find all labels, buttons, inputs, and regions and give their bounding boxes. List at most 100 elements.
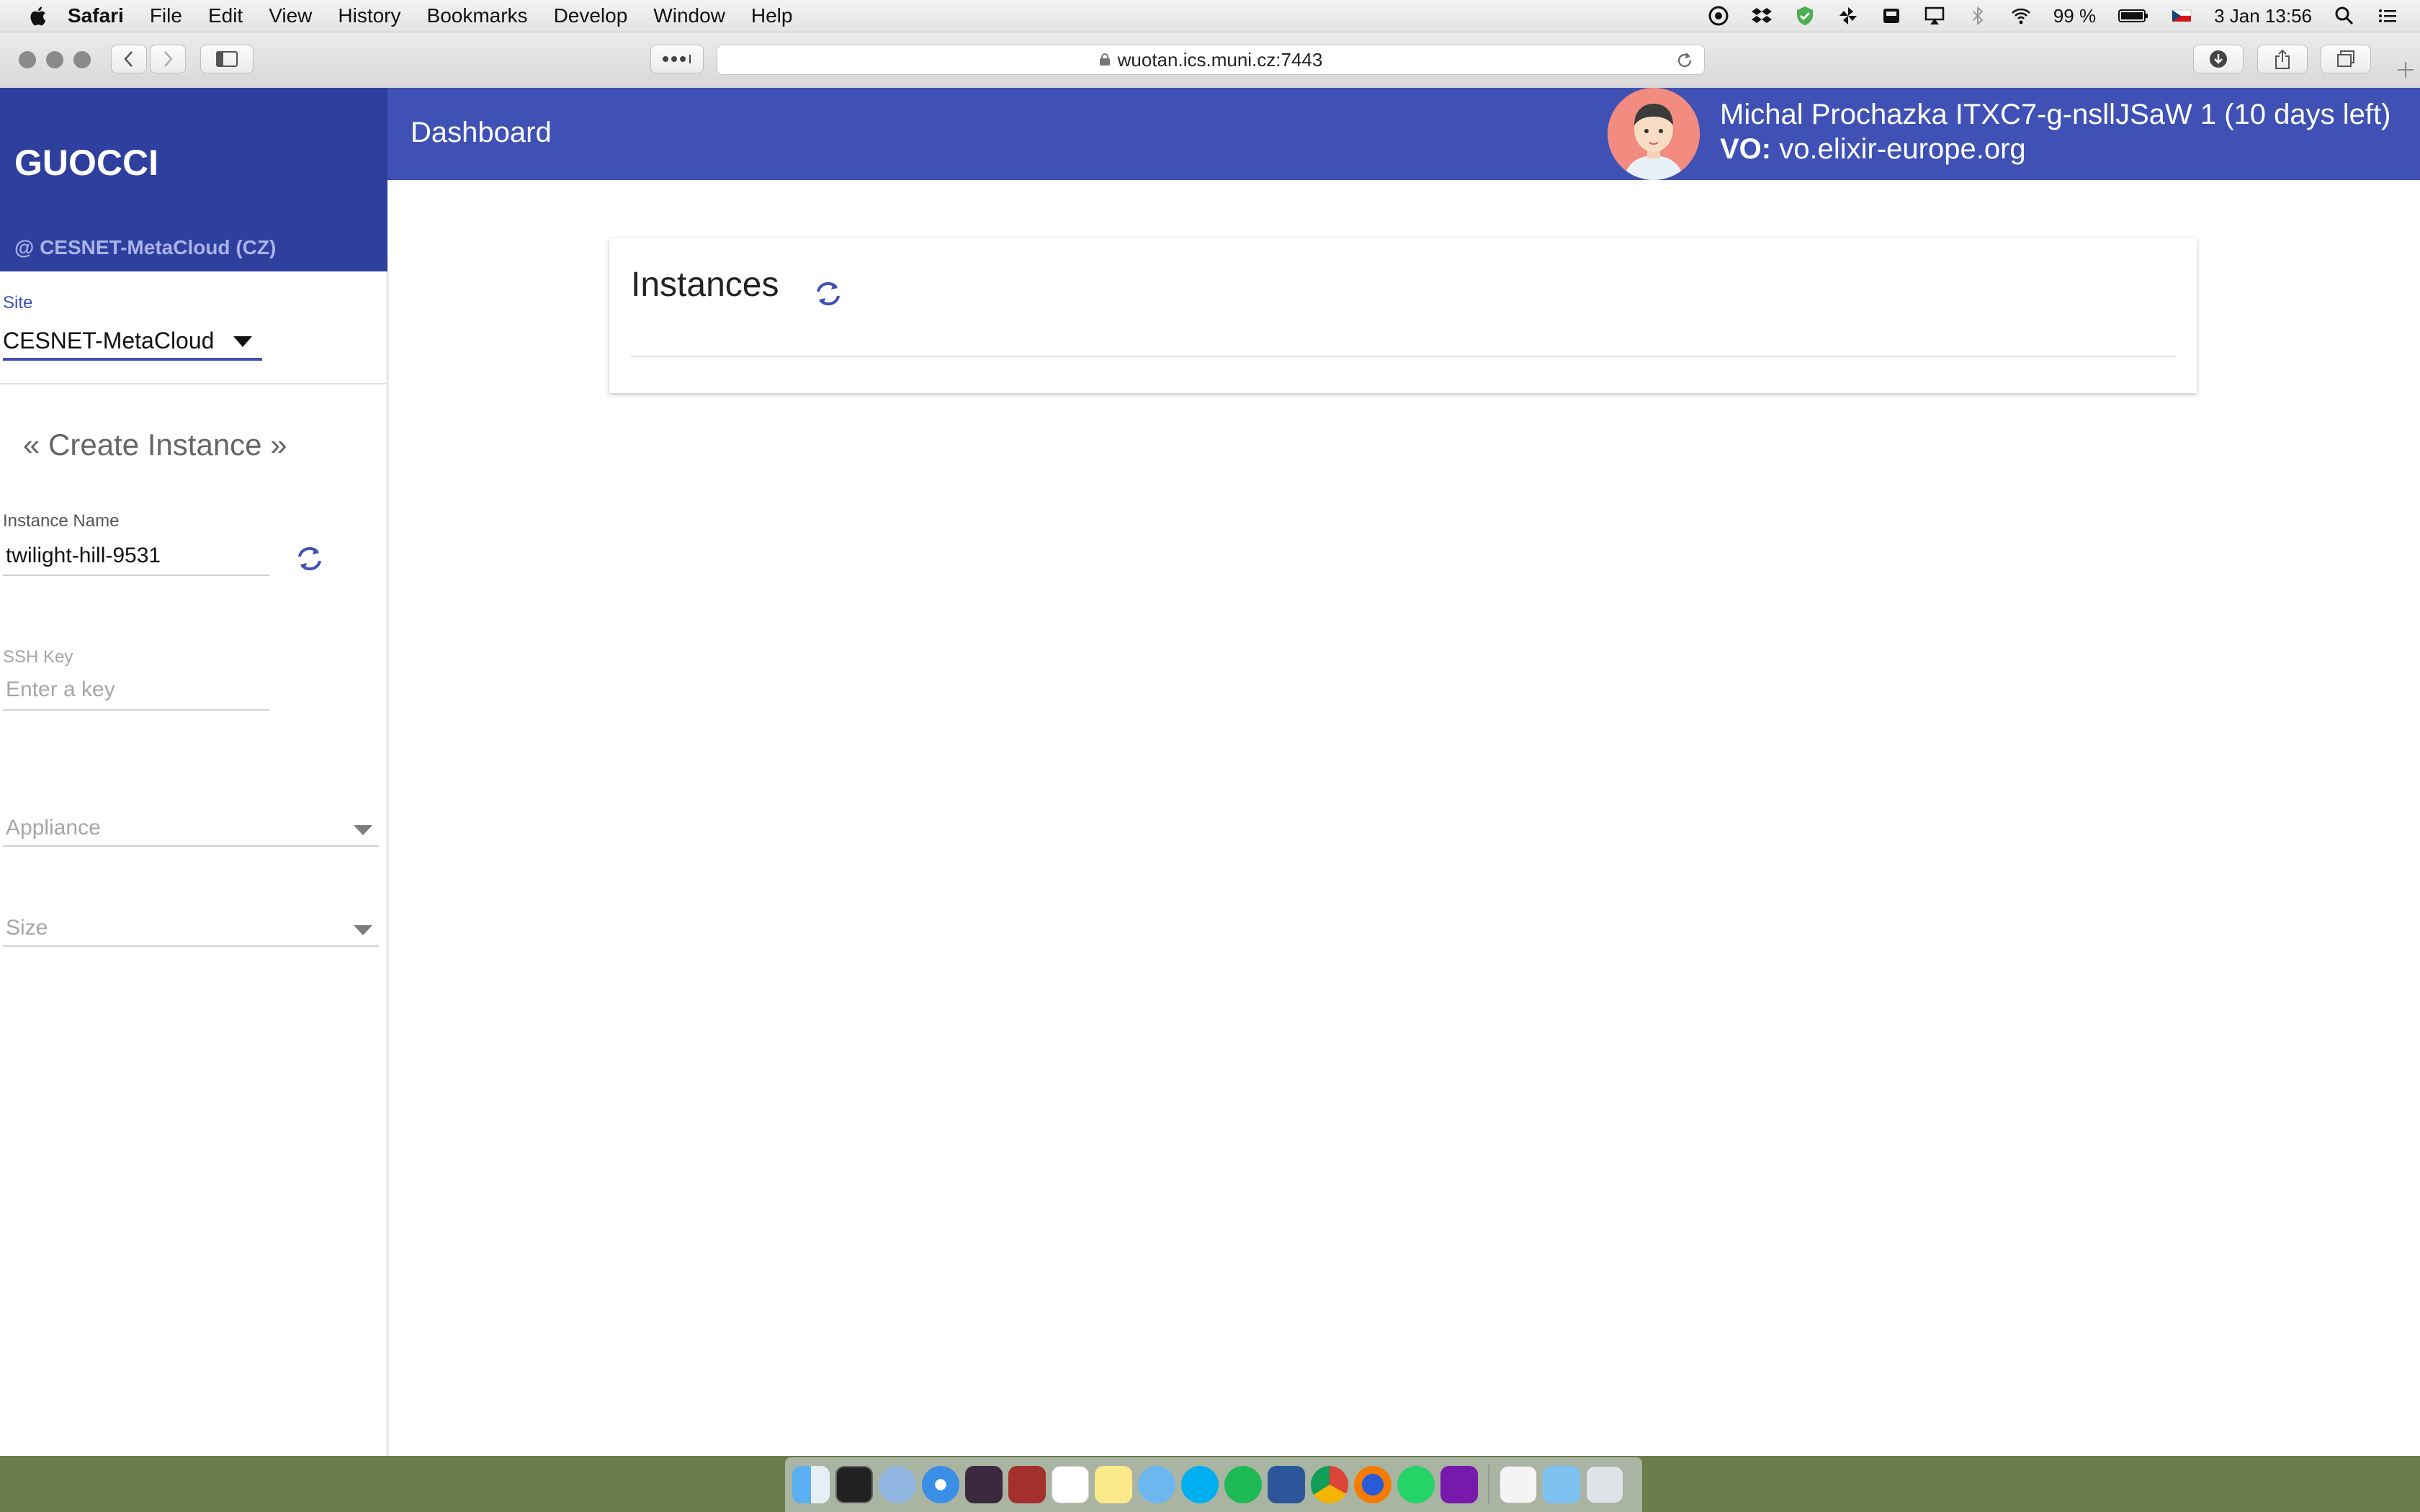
avatar-face-icon	[1608, 88, 1700, 180]
site-select[interactable]: CESNET-MetaCloud	[3, 323, 262, 361]
spotlight-search-icon[interactable]	[2334, 5, 2355, 27]
app-brand: GUOCCI	[14, 143, 158, 183]
macos-dock	[785, 1457, 1642, 1512]
chevron-right-icon	[164, 51, 173, 67]
shield-check-icon[interactable]	[1794, 5, 1816, 27]
creative-cloud-icon[interactable]	[1708, 5, 1729, 27]
messages-icon[interactable]	[1138, 1466, 1175, 1503]
notification-center-icon[interactable]	[2377, 5, 2398, 27]
back-button[interactable]	[111, 45, 147, 73]
flag-cz-icon[interactable]	[2171, 5, 2192, 27]
instance-name-input[interactable]: twilight-hill-9531	[6, 544, 161, 568]
dropbox-icon[interactable]	[1751, 5, 1773, 27]
sidebar-icon	[216, 51, 238, 67]
user-name: Michal Prochazka ITXC7-g-nsllJSaW 1 (10 …	[1720, 99, 2391, 130]
downloads-button[interactable]	[2193, 45, 2244, 73]
regenerate-name-icon[interactable]	[294, 544, 326, 573]
skype-icon[interactable]	[1181, 1466, 1219, 1503]
window-minimize-button[interactable]	[46, 51, 63, 68]
terminal-icon[interactable]	[835, 1466, 873, 1503]
clock[interactable]: 3 Jan 13:56	[2214, 5, 2312, 27]
macos-menu-bar: Safari File Edit View History Bookmarks …	[0, 0, 2420, 32]
menu-develop[interactable]: Develop	[554, 4, 628, 27]
spotify-icon[interactable]	[1224, 1466, 1262, 1503]
dropdown-caret-icon	[233, 336, 252, 347]
menu-edit[interactable]: Edit	[208, 4, 243, 27]
vo-value: vo.elixir-europe.org	[1779, 133, 2026, 165]
chevron-left-icon	[124, 51, 133, 67]
menu-history[interactable]: History	[338, 4, 400, 27]
window-zoom-button[interactable]	[73, 51, 91, 68]
folder-icon[interactable]	[1543, 1466, 1580, 1503]
onenote-icon[interactable]	[1440, 1466, 1478, 1503]
appliance-select[interactable]: Appliance	[6, 816, 101, 840]
bluetooth-icon[interactable]	[1967, 5, 1989, 27]
menu-app-name[interactable]: Safari	[68, 4, 124, 27]
ssh-key-underline	[3, 709, 269, 711]
menu-window[interactable]: Window	[653, 4, 725, 27]
share-icon	[2275, 49, 2290, 69]
dock-separator	[1488, 1464, 1489, 1505]
menu-file[interactable]: File	[150, 4, 182, 27]
document-icon[interactable]	[1500, 1466, 1537, 1503]
plus-icon	[2398, 62, 2414, 78]
reload-icon[interactable]	[1675, 51, 1694, 70]
new-tab-button[interactable]	[2391, 52, 2420, 88]
vo-info: VO: vo.elixir-europe.org	[1720, 133, 2026, 166]
wifi-icon[interactable]	[2010, 5, 2032, 27]
page-title: Dashboard	[411, 117, 552, 148]
drive-icon[interactable]	[1881, 5, 1902, 27]
menu-help[interactable]: Help	[751, 4, 793, 27]
tabs-icon	[2337, 50, 2354, 67]
share-button[interactable]	[2257, 45, 2308, 73]
calendar-icon[interactable]	[1052, 1466, 1089, 1503]
pinwheel-icon[interactable]	[1837, 5, 1859, 27]
chrome-icon[interactable]	[1311, 1466, 1348, 1503]
sidebar: Site CESNET-MetaCloud « Create Instance …	[0, 271, 389, 1456]
lock-icon	[1099, 53, 1110, 66]
word-icon[interactable]	[1268, 1466, 1305, 1503]
tabs-overview-button[interactable]	[2321, 45, 2371, 73]
web-page: GUOCCI @ CESNET-MetaCloud (CZ) Dashboard…	[0, 88, 2420, 1456]
trash-icon[interactable]	[1586, 1466, 1623, 1503]
menu-view[interactable]: View	[269, 4, 312, 27]
appliance-caret-icon	[354, 825, 372, 835]
forward-button[interactable]	[150, 45, 186, 73]
battery-percent: 99 %	[2053, 4, 2097, 27]
app-top-bar: Dashboard Michal Prochazka ITXC7-g-nsllJ…	[387, 88, 2420, 180]
size-caret-icon	[354, 925, 372, 935]
window-close-button[interactable]	[19, 51, 36, 68]
sidebar-toggle-button[interactable]	[200, 45, 254, 73]
mail-icon[interactable]	[879, 1466, 916, 1503]
finder-icon[interactable]	[792, 1466, 830, 1503]
site-label: Site	[3, 293, 33, 312]
menu-bookmarks[interactable]: Bookmarks	[427, 4, 528, 27]
apple-icon[interactable]	[27, 5, 48, 27]
instance-name-label: Instance Name	[3, 511, 120, 531]
slack-icon[interactable]	[965, 1466, 1003, 1503]
size-underline	[3, 945, 379, 947]
dictionary-icon[interactable]	[1008, 1466, 1046, 1503]
notes-icon[interactable]	[1095, 1466, 1132, 1503]
instances-title: Instances	[631, 266, 779, 304]
instance-name-underline	[3, 575, 269, 576]
ssh-key-input[interactable]: Enter a key	[6, 678, 115, 702]
download-icon	[2210, 50, 2227, 68]
site-subtitle: @ CESNET-MetaCloud (CZ)	[14, 236, 277, 258]
browser-toolbar: wuotan.ics.muni.cz:7443	[0, 32, 2420, 89]
top-sites-button[interactable]	[650, 45, 704, 73]
size-select[interactable]: Size	[6, 916, 48, 940]
create-instance-title: « Create Instance »	[23, 428, 287, 462]
safari-icon[interactable]	[922, 1466, 959, 1503]
airplay-icon[interactable]	[1924, 5, 1945, 27]
sidebar-divider	[0, 383, 386, 384]
status-tray: 99 % 3 Jan 13:56	[1708, 0, 2398, 32]
firefox-icon[interactable]	[1354, 1466, 1392, 1503]
user-avatar[interactable]	[1608, 88, 1700, 180]
vo-label: VO:	[1720, 133, 1772, 165]
battery-icon[interactable]	[2118, 5, 2149, 27]
instances-divider	[631, 356, 2175, 357]
refresh-instances-icon[interactable]	[812, 279, 844, 308]
address-bar[interactable]: wuotan.ics.muni.cz:7443	[717, 45, 1705, 75]
whatsapp-icon[interactable]	[1397, 1466, 1435, 1503]
